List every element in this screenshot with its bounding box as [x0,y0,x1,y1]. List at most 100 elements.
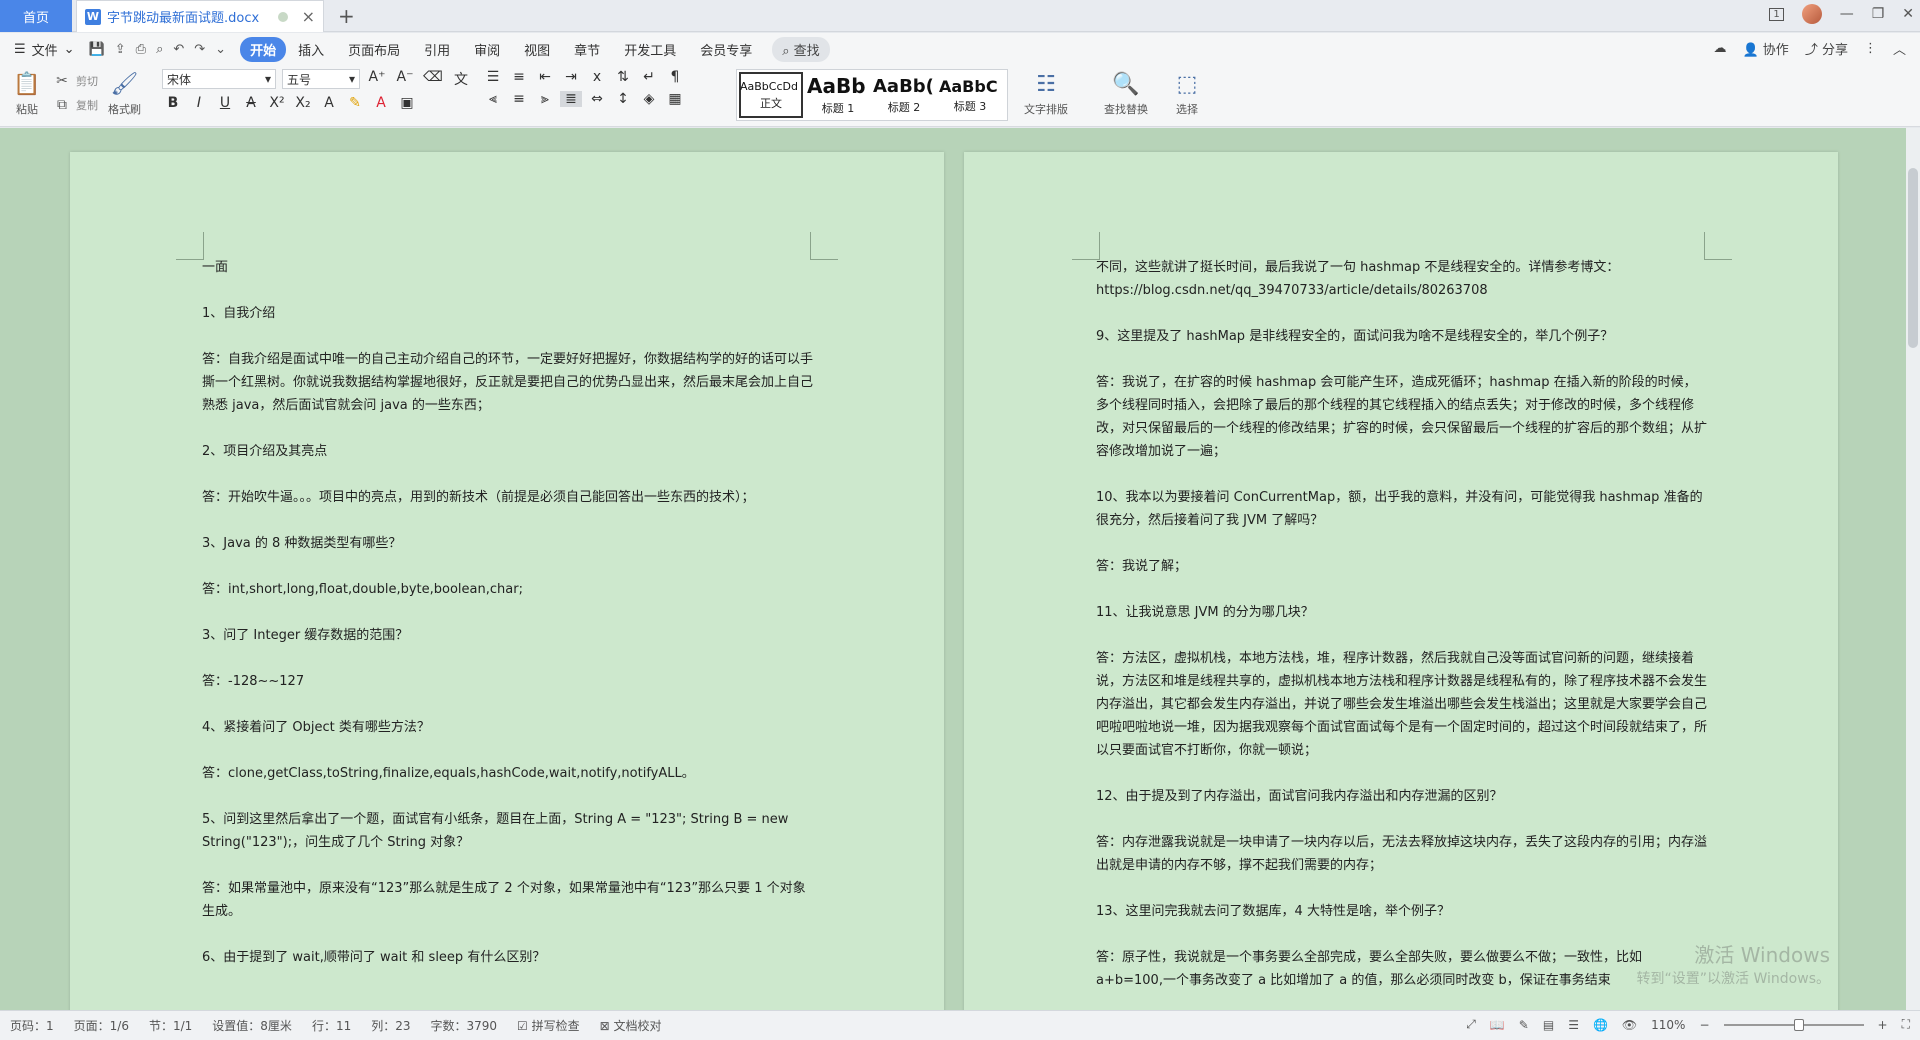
page-left-text[interactable]: 一面 1、自我介绍 答：自我介绍是面试中唯一的自己主动介绍自己的环节，一定要好好… [202,256,814,992]
collaborate-button[interactable]: 👤 协作 [1742,39,1788,58]
style-normal[interactable]: AaBbCcDd 正文 [739,72,803,118]
redo-icon[interactable]: ↷ [194,42,205,57]
shrink-font-icon[interactable]: A⁻ [394,69,416,89]
select-button[interactable]: ⬚ 选择 [1172,69,1202,117]
find-replace-button[interactable]: 🔍 查找替换 [1104,69,1148,117]
undo-icon[interactable]: ↶ [173,42,184,57]
search-button[interactable]: ⌕ 查找 [772,36,830,62]
close-window-icon[interactable]: ✕ [1902,6,1914,22]
style-heading-1[interactable]: AaBb 标题 1 [805,70,871,120]
share-button[interactable]: ⤴ 分享 [1805,39,1848,58]
fit-page-icon[interactable]: ⛶ [1902,1017,1910,1032]
restore-icon[interactable]: ❐ [1872,6,1885,22]
vertical-scrollbar[interactable] [1906,128,1920,1010]
page-right[interactable]: 不同，这些就讲了挺长时间，最后我说了一句 hashmap 不是线程安全的。详情参… [964,152,1838,1010]
copy-button[interactable]: ⧉ 复制 [52,93,98,117]
font-color-icon[interactable]: A [370,95,392,111]
shading-icon[interactable]: ◈ [638,91,660,107]
underline-icon[interactable]: U [214,95,236,111]
distributed-icon[interactable]: ⇔ [586,91,608,107]
doc-proof-button[interactable]: ⊠ 文档校对 [600,1017,662,1034]
save-icon[interactable]: 💾 [89,42,105,57]
page-badge-icon[interactable]: 1 [1769,7,1784,21]
decrease-indent-icon[interactable]: ⇤ [534,69,556,85]
zoom-in-icon[interactable]: + [1878,1018,1888,1032]
status-word-count[interactable]: 字数：3790 [431,1017,498,1034]
align-left-icon[interactable]: ⫷ [482,91,504,107]
highlight-icon[interactable]: ✎ [344,95,366,111]
tab-start[interactable]: 开始 [240,36,287,62]
subscript-icon[interactable]: X₂ [292,95,314,111]
eye-protect-icon[interactable]: 👁 [1622,1018,1637,1032]
print-icon[interactable]: ⎙ [136,42,146,57]
font-name-select[interactable]: 宋体 ▾ [162,69,276,89]
font-size-select[interactable]: 五号 ▾ [282,69,360,89]
customize-icon[interactable]: ⌄ [215,42,226,57]
minimize-icon[interactable]: — [1840,6,1854,22]
new-tab-button[interactable]: + [338,4,355,28]
tab-review[interactable]: 审阅 [462,37,512,62]
clear-format-icon[interactable]: ⌫ [422,69,444,89]
phonetic-icon[interactable]: 文 [450,69,472,89]
zoom-slider-knob[interactable] [1793,1018,1804,1031]
paste-button[interactable]: 📋 粘贴 [12,69,42,117]
zoom-out-icon[interactable]: − [1699,1018,1709,1032]
cloud-sync-icon[interactable]: ☁ [1713,41,1726,56]
font-effect-icon[interactable]: A [318,95,340,111]
tab-developer[interactable]: 开发工具 [612,37,688,62]
web-view-icon[interactable]: 🌐 [1593,1018,1608,1032]
tab-home[interactable]: 首页 [0,0,72,32]
export-icon[interactable]: ⇪ [115,42,126,57]
outline-view-icon[interactable]: ☰ [1568,1018,1579,1032]
write-mode-icon[interactable]: ✎ [1519,1018,1529,1032]
status-position[interactable]: 设置值：8厘米 [212,1017,292,1034]
tab-document[interactable]: W 字节跳动最新面试题.docx × [76,0,324,32]
page-view-icon[interactable]: ▤ [1543,1018,1554,1032]
tab-insert[interactable]: 插入 [286,37,336,62]
numbered-list-icon[interactable]: ≡ [508,69,530,85]
style-heading-3[interactable]: AaBbC 标题 3 [937,70,1003,120]
superscript-icon[interactable]: X² [266,95,288,111]
collapse-ribbon-icon[interactable]: ︿ [1893,39,1906,58]
strikethrough-icon[interactable]: A [240,95,262,111]
page-left[interactable]: 一面 1、自我介绍 答：自我介绍是面试中唯一的自己主动介绍自己的环节，一定要好好… [70,152,944,1010]
align-center-icon[interactable]: ≡ [508,91,530,107]
italic-icon[interactable]: I [188,95,210,111]
tab-references[interactable]: 引用 [412,37,462,62]
scrollbar-thumb[interactable] [1908,168,1918,348]
format-painter-button[interactable]: 🖌 格式刷 [108,69,141,117]
more-icon[interactable]: ⋮ [1864,41,1877,56]
zoom-slider[interactable] [1723,1018,1864,1031]
status-row[interactable]: 行：11 [312,1017,351,1034]
char-border-icon[interactable]: ▣ [396,95,418,111]
file-menu[interactable]: ☰ 文件 ⌄ [14,40,75,59]
print-preview-icon[interactable]: ⌕ [156,42,163,57]
status-page-code[interactable]: 页码：1 [10,1017,54,1034]
tab-member[interactable]: 会员专享 [688,37,764,62]
tab-page-layout[interactable]: 页面布局 [336,37,412,62]
line-spacing-icon[interactable]: ↕ [612,91,634,107]
read-mode-icon[interactable]: 📖 [1490,1018,1505,1032]
status-section[interactable]: 节：1/1 [149,1017,192,1034]
status-page-count[interactable]: 页面：1/6 [74,1017,129,1034]
align-right-icon[interactable]: ⫸ [534,91,556,107]
tab-view[interactable]: 视图 [512,37,562,62]
line-break-icon[interactable]: ↵ [638,69,660,85]
bold-icon[interactable]: B [162,95,184,111]
cut-button[interactable]: ✂ 剪切 [52,69,98,93]
chinese-layout-icon[interactable]: ⅹ [586,69,608,85]
status-col[interactable]: 列：23 [371,1017,410,1034]
increase-indent-icon[interactable]: ⇥ [560,69,582,85]
avatar[interactable] [1801,4,1822,24]
bullet-list-icon[interactable]: ☰ [482,69,504,85]
fullscreen-icon[interactable]: ⤢ [1466,1017,1476,1032]
zoom-value[interactable]: 110% [1651,1018,1685,1032]
justify-icon[interactable]: ≣ [560,91,582,107]
borders-icon[interactable]: ▦ [664,91,686,107]
style-heading-2[interactable]: AaBb( 标题 2 [871,70,937,120]
tab-chapter[interactable]: 章节 [562,37,612,62]
sort-icon[interactable]: ⇅ [612,69,634,85]
close-tab-icon[interactable]: × [302,7,315,26]
spell-check-button[interactable]: ☑ 拼写检查 [517,1017,580,1034]
text-layout-button[interactable]: ☷ 文字排版 [1024,69,1068,117]
